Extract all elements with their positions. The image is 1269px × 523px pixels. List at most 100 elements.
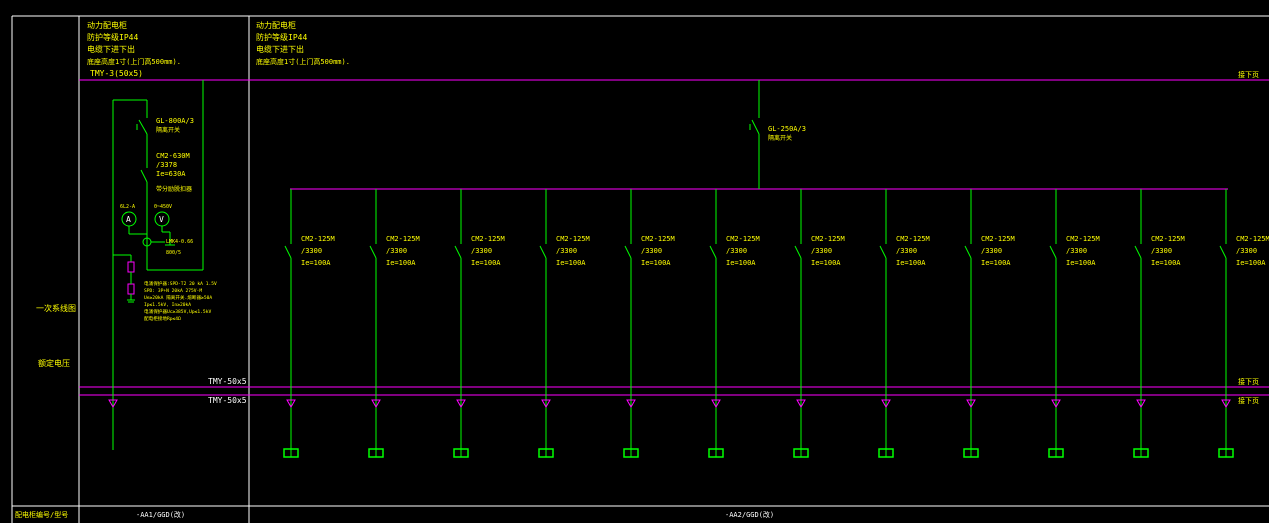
- incomer-disconnector-note: 隔离开关: [156, 126, 180, 134]
- feeder-type: /3300: [471, 247, 492, 255]
- feeder-model: CM2-125M: [556, 235, 590, 243]
- feeder-type: /3300: [1066, 247, 1087, 255]
- feeder-breaker: [1134, 245, 1142, 259]
- incomer-header-line-1: 动力配电柜: [87, 20, 127, 30]
- feeder-type: /3300: [386, 247, 407, 255]
- distribution-header: 动力配电柜 防护等级IP44 电缆下进下出 底座高度1寸(上门高500mm). …: [256, 20, 1259, 405]
- distribution-header-line-1: 动力配电柜: [256, 20, 296, 30]
- distribution-header-line-2: 防护等级IP44: [256, 32, 307, 42]
- incomer-breaker-rating: Ie=630A: [156, 170, 186, 178]
- feeder-model: CM2-125M: [981, 235, 1015, 243]
- feeder-type: /3300: [556, 247, 577, 255]
- feeder-model: CM2-125M: [896, 235, 930, 243]
- incomer-breaker: [140, 169, 148, 183]
- spd-note-3: Ue≥20kA 隔离开关.熔断器≥50A: [144, 294, 212, 301]
- single-line-diagram: 一次系线图 额定电压 配电柜编号/型号 动力配电柜 防护等级IP44 电缆下进下…: [11, 15, 1269, 523]
- feeder-model: CM2-125M: [811, 235, 845, 243]
- feeder-group: CM2-125M/3300 Ie=100A CM2-125M/3300 Ie=100A…: [283, 189, 1269, 458]
- feeder-breaker: [794, 245, 802, 259]
- feeder-rating: Ie=100A: [1151, 259, 1181, 267]
- bottom-bus-label-1: TMY-50x5: [208, 377, 247, 386]
- left-panel: 一次系线图 额定电压 配电柜编号/型号: [15, 303, 76, 519]
- incomer-breaker-note: 带分励脱扣器: [156, 185, 192, 193]
- feeder-rating: Ie=100A: [1236, 259, 1266, 267]
- feeder-rating: Ie=100A: [1066, 259, 1096, 267]
- feeder-breaker: [709, 245, 717, 259]
- feeder-breaker: [964, 245, 972, 259]
- feeder-breaker: [284, 245, 292, 259]
- feeder-rating: Ie=100A: [386, 259, 416, 267]
- ct-label: LMK4-0.66: [166, 239, 193, 245]
- feeder-model: CM2-125M: [301, 235, 335, 243]
- feeder-breaker: [624, 245, 632, 259]
- feeder-rating: Ie=100A: [471, 259, 501, 267]
- voltmeter-label: 0~450V: [154, 204, 172, 210]
- feeder-12: CM2-125M/3300 Ie=100A: [1218, 189, 1269, 458]
- distribution-cabinet-id: -AA2/GGD(改): [725, 510, 774, 519]
- ammeter-symbol: A: [126, 215, 131, 224]
- ammeter-label: 6L2-A: [120, 204, 135, 210]
- feeder-4: CM2-125M/3300 Ie=100A: [538, 189, 590, 458]
- right-tag-top: 接下页: [1238, 70, 1259, 79]
- feeder-type: /3300: [1151, 247, 1172, 255]
- feeder-breaker: [369, 245, 377, 259]
- row-label-primary: 一次系线图: [36, 303, 76, 313]
- feeder-rating: Ie=100A: [981, 259, 1011, 267]
- feeder-breaker: [539, 245, 547, 259]
- feeder-breaker: [879, 245, 887, 259]
- distribution-header-line-3: 电缆下进下出: [256, 44, 304, 54]
- footer-label: 配电柜编号/型号: [15, 510, 68, 519]
- spd-note-5: 电涌保护器Uc≥385V,Up≤1.5kV: [144, 308, 211, 315]
- feeder-6: CM2-125M/3300 Ie=100A: [708, 189, 760, 458]
- incomer-header: 动力配电柜 防护等级IP44 电缆下进下出 底座高度1寸(上门高500mm). …: [87, 20, 181, 78]
- incomer-circuit: A V GL-800A/3 隔离开关 CM2-630M /3378 Ie=630…: [108, 80, 247, 519]
- incomer-breaker-model: CM2-630M: [156, 152, 190, 160]
- feeder-8: CM2-125M/3300 Ie=100A: [878, 189, 930, 458]
- feeder-type: /3300: [896, 247, 917, 255]
- spd-note-6: 配电柜接地Rp≤4Ω: [144, 315, 181, 322]
- right-tag-low: 接下页: [1238, 396, 1259, 405]
- feeder-model: CM2-125M: [471, 235, 505, 243]
- incomer-cabinet-id: -AA1/GGD(改): [136, 510, 185, 519]
- feeder-model: CM2-125M: [726, 235, 760, 243]
- incomer-header-line-4: 底座高度1寸(上门高500mm).: [87, 57, 181, 66]
- feeder-10: CM2-125M/3300 Ie=100A: [1048, 189, 1100, 458]
- feeder-5: CM2-125M/3300 Ie=100A: [623, 189, 675, 458]
- right-tag-mid: 接下页: [1238, 377, 1259, 386]
- feeder-type: /3300: [1236, 247, 1257, 255]
- feeder-type: /3300: [811, 247, 832, 255]
- feeder-model: CM2-125M: [1066, 235, 1100, 243]
- spd-fuse: [127, 261, 135, 273]
- feeder-breaker: [454, 245, 462, 259]
- feeder-rating: Ie=100A: [556, 259, 586, 267]
- feeder-rating: Ie=100A: [811, 259, 841, 267]
- row-label-rating: 额定电压: [38, 358, 70, 368]
- ct-ratio: 800/5: [166, 250, 181, 256]
- feeder-type: /3300: [301, 247, 322, 255]
- feeder-11: CM2-125M/3300 Ie=100A: [1133, 189, 1185, 458]
- main-switch-label: GL-250A/3: [768, 125, 806, 133]
- spd-notes: 电涌保护器:SPD-T2 20 kA 1.5V SPD: 3P+N 20kA 2…: [144, 280, 217, 322]
- bottom-bus-label-2: TMY-50x5: [208, 396, 247, 405]
- incomer-header-line-2: 防护等级IP44: [87, 32, 138, 42]
- feeder-3: CM2-125M/3300 Ie=100A: [453, 189, 505, 458]
- incomer-busbar-label: TMY-3(50x5): [90, 69, 143, 78]
- feeder-model: CM2-125M: [1151, 235, 1185, 243]
- incomer-breaker-type: /3378: [156, 161, 177, 169]
- feeder-model: CM2-125M: [641, 235, 675, 243]
- feeder-9: CM2-125M/3300 Ie=100A: [963, 189, 1015, 458]
- spd-note-4: Ip≤1.5kV, In≥20kA: [144, 302, 191, 308]
- spd-note-2: SPD: 3P+N 20kA 275V-M: [144, 288, 202, 294]
- feeder-rating: Ie=100A: [896, 259, 926, 267]
- incomer-header-line-3: 电缆下进下出: [87, 44, 135, 54]
- voltmeter-symbol: V: [159, 215, 164, 224]
- spd-note-1: 电涌保护器:SPD-T2 20 kA 1.5V: [144, 280, 217, 287]
- feeder-breaker: [1219, 245, 1227, 259]
- feeder-type: /3300: [641, 247, 662, 255]
- feeder-2: CM2-125M/3300 Ie=100A: [368, 189, 420, 458]
- incomer-disconnector-label: GL-800A/3: [156, 117, 194, 125]
- feeder-type: /3300: [726, 247, 747, 255]
- distribution-header-line-4: 底座高度1寸(上门高500mm).: [256, 57, 350, 66]
- feeder-breaker: [1049, 245, 1057, 259]
- feeder-rating: Ie=100A: [641, 259, 671, 267]
